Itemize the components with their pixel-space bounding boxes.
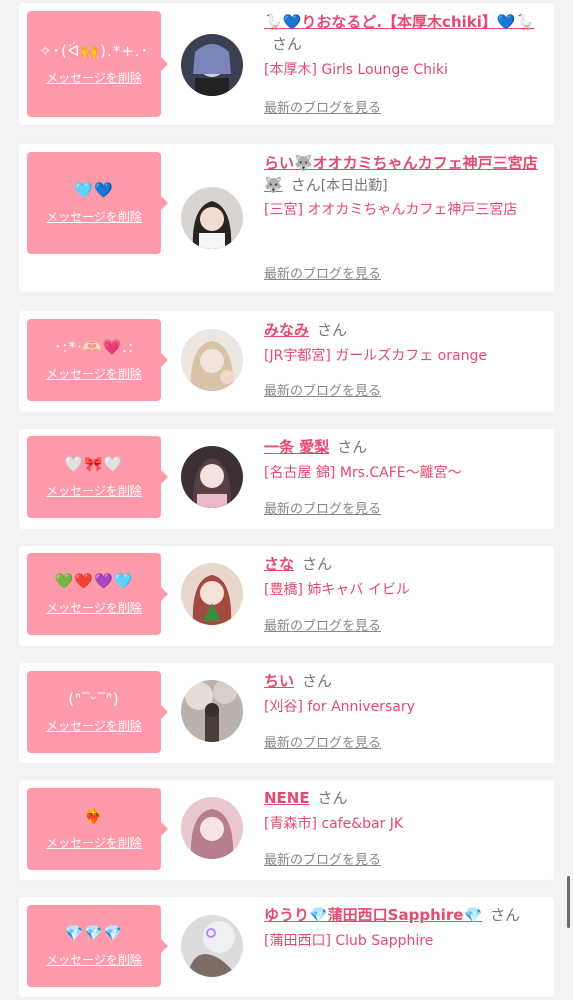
message-emoji: ✧･(ᐛ🙌).*+.･: [38, 42, 150, 60]
message-bubble: 🤍🎀🤍 メッセージを削除: [27, 436, 168, 518]
message-bubble: 💎💎💎 メッセージを削除: [27, 905, 168, 987]
cast-name-link[interactable]: 一条 愛梨: [264, 438, 329, 456]
honorific: さん: [317, 789, 348, 807]
avatar[interactable]: [181, 329, 243, 391]
avatar[interactable]: [181, 915, 243, 977]
honorific: さん: [302, 672, 333, 690]
delete-message-button[interactable]: メッセージを削除: [46, 365, 142, 382]
avatar[interactable]: [181, 34, 243, 96]
shop-name: [JR宇都宮] ガールズカフェ orange: [264, 348, 487, 364]
shop-name: [豊橋] 姉キャバ イビル: [264, 582, 410, 598]
message-emoji: 💎💎💎: [64, 924, 124, 942]
avatar[interactable]: [181, 797, 243, 859]
honorific: さん: [337, 438, 368, 456]
message-card: ✧･(ᐛ🙌).*+.･ メッセージを削除 🪿💙りおなるど.【本厚木chiki】💙…: [19, 3, 554, 125]
cast-name-link[interactable]: NENE: [264, 789, 310, 807]
latest-blog-link[interactable]: 最新のブログを見る: [264, 732, 381, 751]
delete-message-button[interactable]: メッセージを削除: [46, 69, 142, 86]
message-card: 🩵💙 メッセージを削除 らい🐺オオカミちゃんカフェ神戸三宮店🐺 さん[本日出勤] …: [19, 144, 554, 292]
avatar[interactable]: [181, 680, 243, 742]
delete-message-button[interactable]: メッセージを削除: [46, 717, 142, 734]
message-emoji: (ᐢ‾ᵕ‾ᐢ): [68, 690, 120, 708]
message-card: (ᐢ‾ᵕ‾ᐢ) メッセージを削除 ちい さん [刈谷] for Anniversa…: [19, 663, 554, 763]
message-bubble: (ᐢ‾ᵕ‾ᐢ) メッセージを削除: [27, 671, 168, 753]
message-emoji: 🤍🎀🤍: [64, 455, 124, 473]
message-bubble: ✧･(ᐛ🙌).*+.･ メッセージを削除: [27, 11, 168, 117]
latest-blog-link[interactable]: 最新のブログを見る: [264, 615, 381, 634]
latest-blog-link[interactable]: 最新のブログを見る: [264, 97, 381, 116]
delete-message-button[interactable]: メッセージを削除: [46, 951, 142, 968]
message-bubble: ❤️‍🔥 メッセージを削除: [27, 788, 168, 870]
message-bubble: 🩵💙 メッセージを削除: [27, 152, 168, 254]
message-card: 🤍🎀🤍 メッセージを削除 一条 愛梨 さん [名古屋 錦] Mrs.CAFE〜離宮…: [19, 429, 554, 529]
honorific: さん: [317, 321, 348, 339]
message-bubble: ･:*‧🫶🏻💗.: メッセージを削除: [27, 319, 168, 401]
avatar[interactable]: [181, 446, 243, 508]
message-card: 💚❤️💜🩵 メッセージを削除 さな さん [豊橋] 姉キャバ イビル 最新のブログ…: [19, 546, 554, 646]
cast-name-link[interactable]: さな: [264, 555, 294, 573]
message-emoji: ･:*‧🫶🏻💗.:: [54, 338, 134, 356]
delete-message-button[interactable]: メッセージを削除: [46, 599, 142, 616]
message-emoji: ❤️‍🔥: [84, 807, 104, 825]
shop-name: [蒲田西口] Club Sapphire: [264, 933, 434, 949]
shop-name: [名古屋 錦] Mrs.CAFE〜離宮〜: [264, 465, 462, 481]
message-bubble: 💚❤️💜🩵 メッセージを削除: [27, 553, 168, 635]
latest-blog-link[interactable]: 最新のブログを見る: [264, 849, 381, 868]
cast-name-link[interactable]: ゆうり💎蒲田西口Sapphire💎: [264, 906, 482, 924]
avatar[interactable]: [181, 563, 243, 625]
honorific: さん: [290, 176, 321, 194]
delete-message-button[interactable]: メッセージを削除: [46, 482, 142, 499]
cast-name-link[interactable]: みなみ: [264, 321, 309, 339]
honorific: さん: [302, 555, 333, 573]
scrollbar[interactable]: [567, 876, 570, 928]
status-text: [本日出勤]: [320, 178, 388, 194]
message-emoji: 🩵💙: [74, 181, 114, 199]
latest-blog-link[interactable]: 最新のブログを見る: [264, 380, 381, 399]
message-emoji: 💚❤️💜🩵: [54, 572, 134, 590]
cast-name-link[interactable]: 🪿💙りおなるど.【本厚木chiki】💙🪿: [264, 13, 534, 31]
latest-blog-link[interactable]: 最新のブログを見る: [264, 498, 381, 517]
shop-name: [刈谷] for Anniversary: [264, 699, 415, 715]
message-card: ❤️‍🔥 メッセージを削除 NENE さん [青森市] cafe&bar JK 最…: [19, 780, 554, 880]
shop-name: [青森市] cafe&bar JK: [264, 816, 404, 832]
delete-message-button[interactable]: メッセージを削除: [46, 834, 142, 851]
honorific: さん: [490, 906, 521, 924]
shop-name: [本厚木] Girls Lounge Chiki: [264, 62, 448, 78]
honorific: さん: [272, 35, 303, 53]
message-card: 💎💎💎 メッセージを削除 ゆうり💎蒲田西口Sapphire💎 さん [蒲田西口] …: [19, 897, 554, 997]
avatar[interactable]: [181, 187, 243, 249]
latest-blog-link[interactable]: 最新のブログを見る: [264, 263, 381, 282]
shop-name: [三宮] オオカミちゃんカフェ神戸三宮店: [264, 202, 518, 218]
delete-message-button[interactable]: メッセージを削除: [46, 208, 142, 225]
message-card: ･:*‧🫶🏻💗.: メッセージを削除 みなみ さん [JR宇都宮] ガールズカフェ…: [19, 311, 554, 412]
cast-name-link[interactable]: ちい: [264, 672, 294, 690]
